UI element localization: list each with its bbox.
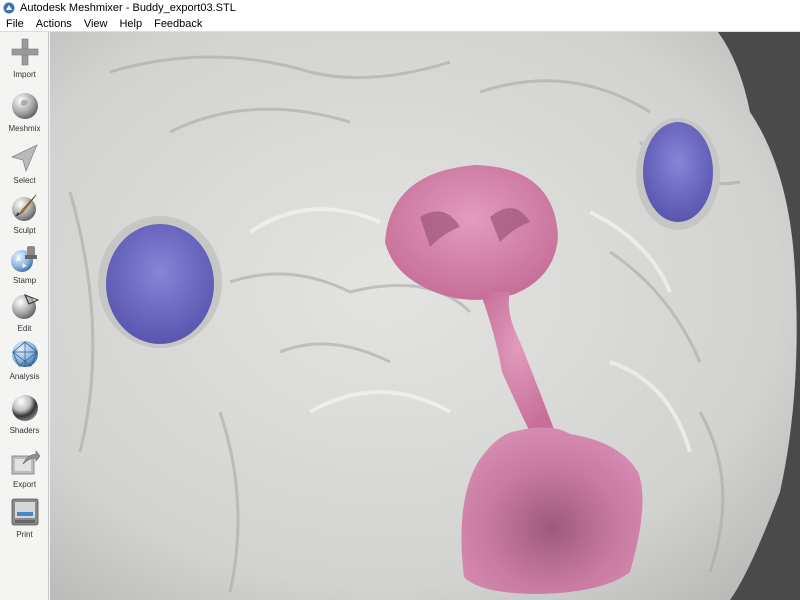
tool-stamp-label: Stamp [12,276,37,285]
plus-icon [11,38,38,66]
print-icon [11,498,38,526]
tool-import[interactable]: Import [0,36,49,86]
menu-actions[interactable]: Actions [30,16,78,32]
tool-sculpt-label: Sculpt [13,226,36,235]
title-bar: Autodesk Meshmixer - Buddy_export03.STL [0,0,800,16]
menu-feedback[interactable]: Feedback [148,16,208,32]
tool-edit-label: Edit [17,324,32,333]
analysis-sphere-icon [11,341,38,367]
left-toolbar: Import Meshmix Select Sculpt Stamp Edit … [0,32,49,600]
tool-import-label: Import [13,70,36,79]
menu-view[interactable]: View [78,16,114,32]
export-icon [11,450,40,475]
shaders-sphere-icon [11,395,38,421]
tool-sculpt[interactable]: Sculpt [0,192,49,242]
tool-select[interactable]: Select [0,142,49,192]
tool-stamp[interactable]: Stamp [0,242,49,292]
menu-file[interactable]: File [0,16,30,32]
tool-print[interactable]: Print [0,496,49,546]
3d-viewport[interactable] [50,32,800,600]
tool-shaders[interactable]: Shaders [0,392,49,442]
tool-edit[interactable]: Edit [0,290,49,340]
tool-meshmix[interactable]: Meshmix [0,90,49,140]
select-arrow-icon [10,144,38,173]
tool-export-label: Export [12,480,37,489]
tool-analysis-label: Analysis [9,372,40,381]
left-eye [106,224,214,344]
tool-shaders-label: Shaders [9,426,40,435]
sculpt-brush-icon [11,194,36,221]
stamp-icon [10,246,37,272]
meshmix-sphere-icon [11,93,38,119]
menu-help[interactable]: Help [113,16,148,32]
right-eye [643,122,713,222]
tool-meshmix-label: Meshmix [8,124,41,133]
tool-export[interactable]: Export [0,446,49,496]
mouth [461,427,643,594]
dog-mesh-model [50,32,797,600]
tool-select-label: Select [13,176,36,185]
menu-bar: File Actions View Help Feedback [0,16,800,32]
tool-print-label: Print [16,530,33,539]
window-title: Autodesk Meshmixer - Buddy_export03.STL [20,2,236,14]
tool-analysis[interactable]: Analysis [0,338,49,388]
edit-sphere-icon [11,294,39,319]
meshmixer-app-icon [3,2,15,14]
